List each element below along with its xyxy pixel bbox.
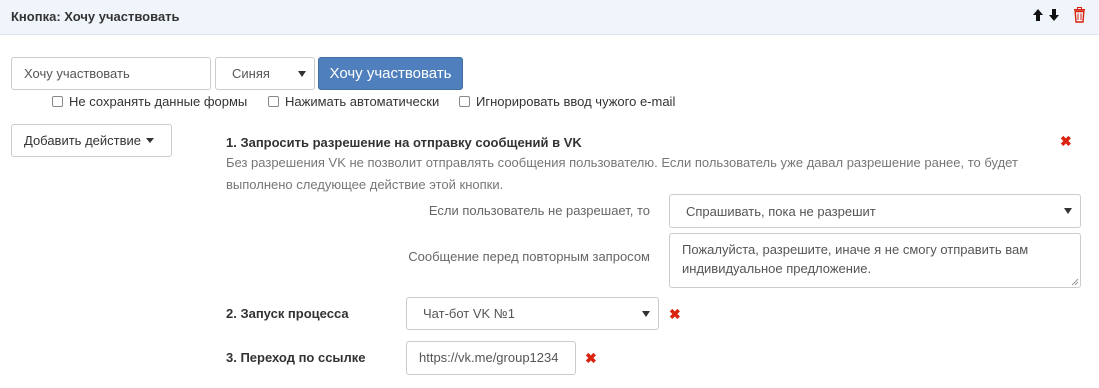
checkbox-ignore-email[interactable]: Игнорировать ввод чужого e-mail <box>459 94 675 109</box>
button-name-value: Хочу участвовать <box>24 66 130 81</box>
checkbox-box[interactable] <box>52 96 63 107</box>
message-line: Пожалуйста, разрешите, иначе я не смогу … <box>682 242 1029 257</box>
deny-behavior-select[interactable]: Спрашивать, пока не разрешит <box>669 194 1081 228</box>
checkbox-label: Игнорировать ввод чужого e-mail <box>476 94 676 109</box>
button-preview[interactable]: Хочу участвовать <box>318 57 463 90</box>
link-url-value: https://vk.me/group1234 <box>419 350 559 365</box>
button-color-value: Синяя <box>232 66 270 81</box>
resize-handle-icon[interactable] <box>1071 278 1079 286</box>
action-3-title: 3. Переход по ссылке <box>226 350 366 365</box>
link-url-input[interactable]: https://vk.me/group1234 <box>406 341 576 375</box>
add-action-label: Добавить действие <box>24 133 141 148</box>
chevron-down-icon <box>298 70 306 77</box>
checkbox-box[interactable] <box>268 96 279 107</box>
checkbox-auto-click[interactable]: Нажимать автоматически <box>268 94 439 109</box>
process-select[interactable]: Чат-бот VK №1 <box>406 297 659 330</box>
button-color-select[interactable]: Синяя <box>215 57 315 90</box>
description-line: Без разрешения VK не позволит отправлять… <box>226 155 1018 170</box>
message-line: индивидуальное предложение. <box>682 261 872 276</box>
button-preview-label: Хочу участвовать <box>329 65 452 82</box>
retry-message-textarea[interactable]: Пожалуйста, разрешите, иначе я не смогу … <box>669 233 1081 288</box>
add-action-dropdown[interactable]: Добавить действие <box>11 124 172 157</box>
caret-down-icon <box>146 138 154 143</box>
checkbox-label: Нажимать автоматически <box>285 94 440 109</box>
chevron-down-icon <box>642 310 650 317</box>
trash-icon[interactable] <box>1073 7 1086 26</box>
close-icon[interactable]: ✖ <box>669 306 681 323</box>
checkbox-box[interactable] <box>459 96 470 107</box>
close-icon[interactable]: ✖ <box>1060 133 1072 150</box>
arrow-up-icon[interactable] <box>1032 7 1044 26</box>
deny-behavior-value: Спрашивать, пока не разрешит <box>686 203 876 219</box>
description-line: выполнено следующее действие этой кнопки… <box>226 177 504 192</box>
checkbox-label: Не сохранять данные формы <box>69 94 248 109</box>
process-value: Чат-бот VK №1 <box>423 306 515 321</box>
action-1-description: Без разрешения VK не позволит отправлять… <box>226 152 1086 196</box>
checkbox-no-save-form[interactable]: Не сохранять данные формы <box>52 94 247 109</box>
button-name-input[interactable]: Хочу участвовать <box>11 57 211 90</box>
chevron-down-icon <box>1064 208 1072 214</box>
deny-label: Если пользователь не разрешает, то <box>428 203 650 218</box>
action-1-title: 1. Запросить разрешение на отправку сооб… <box>226 135 582 150</box>
panel-title: Кнопка: Хочу участвовать <box>11 9 180 24</box>
arrow-down-icon[interactable] <box>1048 7 1060 26</box>
action-2-title: 2. Запуск процесса <box>226 306 349 321</box>
message-label: Сообщение перед повторным запросом <box>408 249 650 264</box>
panel-header: Кнопка: Хочу участвовать <box>0 0 1099 35</box>
close-icon[interactable]: ✖ <box>585 350 597 367</box>
